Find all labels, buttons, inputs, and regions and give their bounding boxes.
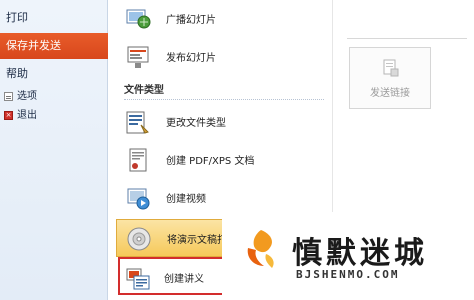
watermark-subtitle: BJSHENMO.COM	[296, 268, 400, 281]
nav-help[interactable]: 帮助	[0, 61, 107, 87]
publish-slides-label: 发布幻灯片	[166, 53, 216, 64]
options-icon	[4, 91, 13, 101]
site-watermark: 慎默迷城 BJSHENMO.COM	[222, 212, 474, 300]
nav-save-send[interactable]: 保存并发送	[0, 33, 121, 59]
nav-options[interactable]: 选项	[4, 88, 37, 106]
nav-save-send-label: 保存并发送	[6, 39, 61, 52]
nav-options-label: 选项	[17, 91, 37, 102]
nav-print[interactable]: 打印	[0, 5, 107, 31]
watermark-title: 慎默迷城	[292, 236, 428, 271]
publish-slides-icon	[127, 46, 149, 68]
change-file-type-icon	[126, 111, 149, 134]
send-link-button[interactable]: 发送链接	[349, 47, 431, 109]
create-pdf-xps-label: 创建 PDF/XPS 文档	[166, 156, 255, 167]
video-icon	[127, 188, 150, 210]
nav-exit[interactable]: × 退出	[4, 107, 37, 125]
broadcast-slides-label: 广播幻灯片	[166, 15, 216, 26]
exit-icon: ×	[4, 110, 13, 120]
change-file-type-button[interactable]: 更改文件类型	[116, 103, 332, 141]
handouts-icon	[126, 268, 150, 290]
watermark-logo-icon	[247, 230, 274, 268]
publish-slides-button[interactable]: 发布幻灯片	[116, 38, 332, 76]
package-presentation-cd-label: 将演示文稿打	[167, 235, 227, 246]
cd-package-icon	[127, 227, 151, 251]
change-file-type-label: 更改文件类型	[166, 118, 226, 129]
create-pdf-xps-button[interactable]: 创建 PDF/XPS 文档	[116, 141, 332, 179]
broadcast-slides-button[interactable]: 广播幻灯片	[116, 0, 332, 38]
create-handouts-button[interactable]: 创建讲义	[118, 257, 228, 295]
create-handouts-label: 创建讲义	[164, 274, 204, 285]
pdf-xps-icon	[129, 148, 147, 172]
file-types-header: 文件类型	[124, 82, 324, 100]
backstage-sidebar: 打印 保存并发送 帮助 选项 × 退出	[0, 0, 121, 300]
nav-print-label: 打印	[6, 11, 28, 24]
send-link-icon	[383, 59, 399, 77]
broadcast-icon	[126, 9, 151, 29]
send-link-label: 发送链接	[370, 88, 410, 99]
nav-exit-label: 退出	[17, 110, 37, 121]
nav-help-label: 帮助	[6, 67, 28, 80]
create-video-label: 创建视频	[166, 194, 206, 205]
panel-divider	[347, 38, 467, 39]
